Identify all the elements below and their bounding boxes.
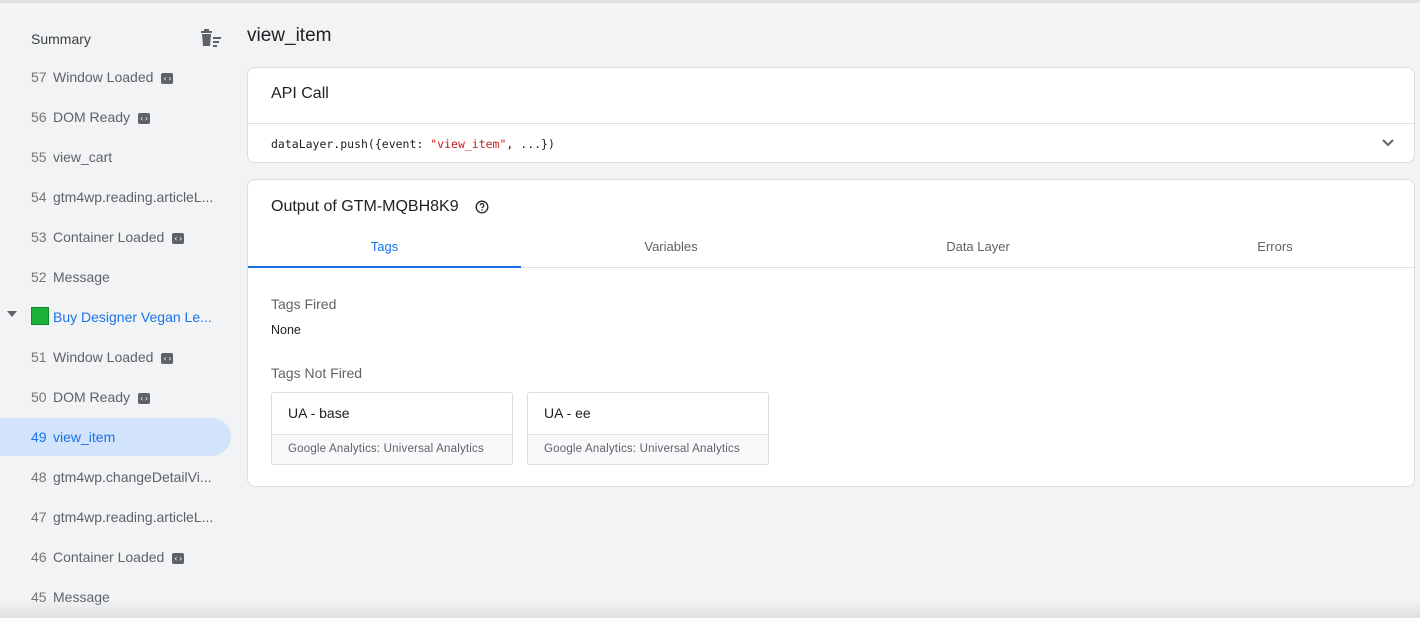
event-name: Container Loaded ‹› bbox=[53, 229, 185, 245]
event-number: 55 bbox=[31, 149, 47, 165]
tag-footer: Google Analytics: Universal Analytics bbox=[272, 434, 512, 464]
event-number: 53 bbox=[31, 229, 47, 245]
tab-errors[interactable]: Errors bbox=[1135, 230, 1415, 268]
event-number: 45 bbox=[31, 589, 47, 605]
api-call-code[interactable]: dataLayer.push({event: "view_item", ...}… bbox=[271, 137, 555, 151]
page-group-header[interactable]: Buy Designer Vegan Le... bbox=[0, 298, 231, 336]
api-call-header: API Call bbox=[271, 85, 329, 102]
event-item-49-selected[interactable]: 49 view_item bbox=[0, 418, 231, 456]
event-number: 46 bbox=[31, 549, 47, 565]
event-name: Message bbox=[53, 589, 110, 605]
event-item-53[interactable]: 53 Container Loaded ‹› bbox=[0, 218, 231, 256]
tag-card-ua-base[interactable]: UA - base Google Analytics: Universal An… bbox=[271, 392, 513, 465]
event-number: 47 bbox=[31, 509, 47, 525]
event-number: 52 bbox=[31, 269, 47, 285]
tags-not-fired-label: Tags Not Fired bbox=[271, 365, 363, 381]
tags-fired-value: None bbox=[271, 323, 301, 337]
event-name: gtm4wp.reading.articleL... bbox=[53, 189, 214, 205]
tag-name: UA - base bbox=[288, 405, 350, 421]
event-item-57[interactable]: 57 Window Loaded ‹› bbox=[0, 58, 231, 96]
event-item-56[interactable]: 56 DOM Ready ‹› bbox=[0, 98, 231, 136]
code-icon: ‹› bbox=[172, 552, 185, 564]
tab-variables[interactable]: Variables bbox=[521, 230, 821, 268]
event-name: view_item bbox=[53, 429, 116, 445]
tag-name: UA - ee bbox=[544, 405, 591, 421]
event-name: view_cart bbox=[53, 149, 113, 165]
event-item-48[interactable]: 48 gtm4wp.changeDetailVi... bbox=[0, 458, 231, 496]
caret-down-icon[interactable] bbox=[7, 311, 17, 317]
event-item-51[interactable]: 51 Window Loaded ‹› bbox=[0, 338, 231, 376]
event-number: 57 bbox=[31, 69, 47, 85]
event-number: 54 bbox=[31, 189, 47, 205]
event-name: gtm4wp.reading.articleL... bbox=[53, 509, 214, 525]
output-tabs: Tags Variables Data Layer Errors bbox=[248, 230, 1414, 268]
page-color-swatch bbox=[31, 307, 49, 325]
event-item-52[interactable]: 52 Message bbox=[0, 258, 231, 296]
event-name: Message bbox=[53, 269, 110, 285]
event-sidebar: Summary 57 Window Loaded ‹› 56 DOM Ready ‹… bbox=[0, 3, 236, 618]
summary-row[interactable]: Summary bbox=[31, 28, 223, 50]
event-number: 50 bbox=[31, 389, 47, 405]
event-item-55[interactable]: 55 view_cart bbox=[0, 138, 231, 176]
tag-footer: Google Analytics: Universal Analytics bbox=[528, 434, 768, 464]
code-icon: ‹› bbox=[138, 392, 151, 404]
event-number: 48 bbox=[31, 469, 47, 485]
event-item-46[interactable]: 46 Container Loaded ‹› bbox=[0, 538, 231, 576]
output-header: Output of GTM-MQBH8K9 bbox=[271, 198, 459, 215]
code-icon: ‹› bbox=[138, 112, 151, 124]
help-icon[interactable] bbox=[475, 200, 489, 214]
code-icon: ‹› bbox=[161, 72, 174, 84]
event-name: DOM Ready ‹› bbox=[53, 109, 151, 125]
event-number: 51 bbox=[31, 349, 47, 365]
event-item-50[interactable]: 50 DOM Ready ‹› bbox=[0, 378, 231, 416]
event-name: Window Loaded ‹› bbox=[53, 349, 174, 365]
code-icon: ‹› bbox=[172, 232, 185, 244]
event-item-54[interactable]: 54 gtm4wp.reading.articleL... bbox=[0, 178, 231, 216]
tags-fired-label: Tags Fired bbox=[271, 296, 337, 312]
api-call-card: API Call dataLayer.push({event: "view_it… bbox=[247, 67, 1415, 163]
event-number: 56 bbox=[31, 109, 47, 125]
summary-label[interactable]: Summary bbox=[31, 31, 91, 47]
event-name: DOM Ready ‹› bbox=[53, 389, 151, 405]
tab-tags[interactable]: Tags bbox=[248, 230, 521, 268]
divider bbox=[248, 123, 1414, 124]
output-card: Output of GTM-MQBH8K9 Tags Variables Dat… bbox=[247, 179, 1415, 487]
event-string: "view_item" bbox=[430, 137, 507, 151]
event-item-45[interactable]: 45 Message bbox=[0, 578, 231, 616]
tag-card-ua-ee[interactable]: UA - ee Google Analytics: Universal Anal… bbox=[527, 392, 769, 465]
event-name: gtm4wp.changeDetailVi... bbox=[53, 469, 212, 485]
page-group-title: Buy Designer Vegan Le... bbox=[53, 309, 212, 325]
event-item-47[interactable]: 47 gtm4wp.reading.articleL... bbox=[0, 498, 231, 536]
clear-all-icon[interactable] bbox=[199, 28, 223, 50]
tab-data-layer[interactable]: Data Layer bbox=[821, 230, 1135, 268]
code-icon: ‹› bbox=[161, 352, 174, 364]
event-name: Container Loaded ‹› bbox=[53, 549, 185, 565]
tag-type: Google Analytics: Universal Analytics bbox=[544, 443, 740, 455]
tag-type: Google Analytics: Universal Analytics bbox=[288, 443, 484, 455]
chevron-down-icon[interactable] bbox=[1380, 135, 1396, 151]
page-title: view_item bbox=[247, 25, 332, 46]
event-number: 49 bbox=[31, 429, 47, 445]
event-name: Window Loaded ‹› bbox=[53, 69, 174, 85]
